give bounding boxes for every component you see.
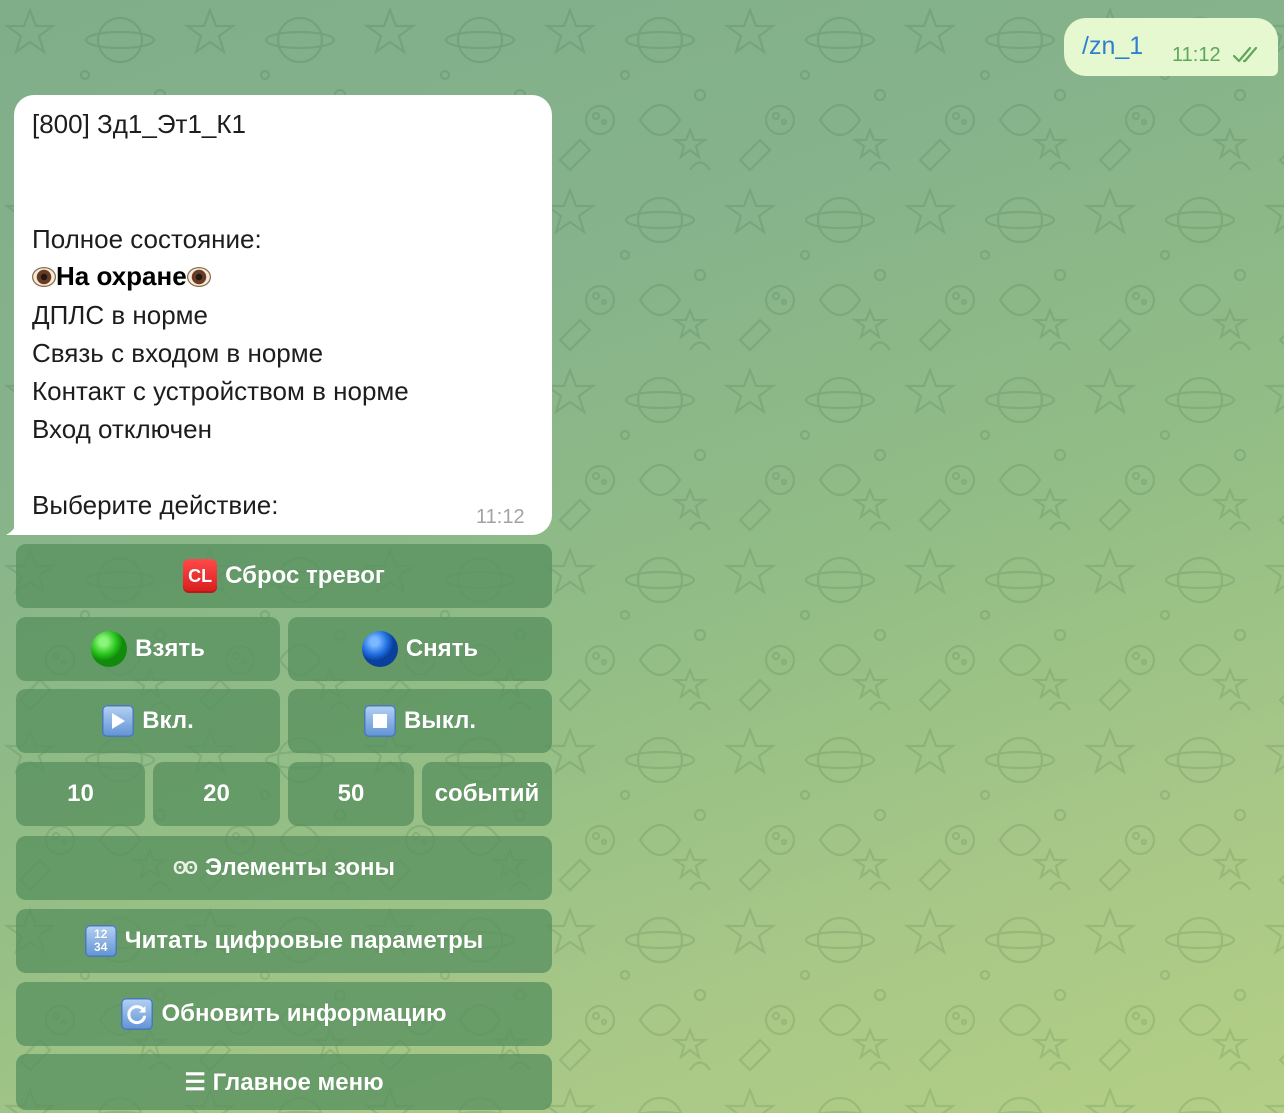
green-circle-icon <box>91 631 128 667</box>
refresh-info-label: Обновить информацию <box>161 1000 447 1027</box>
outgoing-message-bubble[interactable]: /zn_1 11:12 <box>1064 18 1278 76</box>
read-digital-params-button[interactable]: 12 34 Читать цифровые параметры <box>16 909 552 973</box>
reset-alarms-label: Сброс тревог <box>225 562 385 589</box>
refresh-info-button[interactable]: Обновить информацию <box>16 982 552 1046</box>
eyes-icon: ʘʘ <box>173 857 198 878</box>
disarm-button[interactable]: Снять <box>288 617 552 681</box>
choose-action-label: Выберите действие: <box>32 490 279 520</box>
outgoing-message-time: 11:12 <box>1172 44 1221 66</box>
message-title: [800] Зд1_Эт1_К1 <box>32 109 246 139</box>
guard-status-text: На охране <box>56 261 187 291</box>
outgoing-message-text: /zn_1 <box>1082 32 1144 60</box>
off-label: Выкл. <box>403 707 477 734</box>
off-button[interactable]: Выкл. <box>288 689 552 753</box>
eye-icon <box>32 267 56 287</box>
main-menu-button[interactable]: ☰ Главное меню <box>16 1054 552 1110</box>
refresh-icon <box>121 998 154 1030</box>
status-link: Связь с входом в норме <box>32 338 324 368</box>
on-button[interactable]: Вкл. <box>16 689 280 753</box>
zone-elements-label: Элементы зоны <box>205 854 395 881</box>
full-state-label: Полное состояние: <box>32 224 262 254</box>
input-numbers-icon: 12 34 <box>84 925 117 957</box>
double-check-icon <box>1232 46 1258 63</box>
on-label: Вкл. <box>142 707 194 734</box>
events-50-button[interactable]: 50 <box>288 762 414 826</box>
eye-icon <box>186 267 211 287</box>
incoming-message-bubble[interactable]: [800] Зд1_Эт1_К1 Полное состояние: На ох… <box>14 95 552 535</box>
reset-alarms-button[interactable]: CL Сброс тревог <box>16 544 552 608</box>
status-input: Вход отключен <box>32 414 212 444</box>
guard-status: На охране <box>32 261 211 292</box>
events-20-button[interactable]: 20 <box>153 762 280 826</box>
arm-button[interactable]: Взять <box>16 617 280 681</box>
cl-icon: CL <box>183 559 218 593</box>
incoming-message-time: 11:12 <box>476 506 525 528</box>
events-10-button[interactable]: 10 <box>16 762 145 826</box>
disarm-label: Снять <box>405 635 479 662</box>
play-icon <box>102 705 135 737</box>
status-contact: Контакт с устройством в норме <box>32 376 409 406</box>
blue-circle-icon <box>361 631 398 667</box>
events-button[interactable]: событий <box>422 762 552 826</box>
zone-elements-button[interactable]: ʘʘ Элементы зоны <box>16 836 552 900</box>
stop-icon <box>363 705 396 737</box>
read-digital-params-label: Читать цифровые параметры <box>124 927 484 954</box>
arm-label: Взять <box>135 635 205 662</box>
main-menu-label: ☰ Главное меню <box>184 1068 384 1096</box>
status-dpls: ДПЛС в норме <box>32 300 209 330</box>
